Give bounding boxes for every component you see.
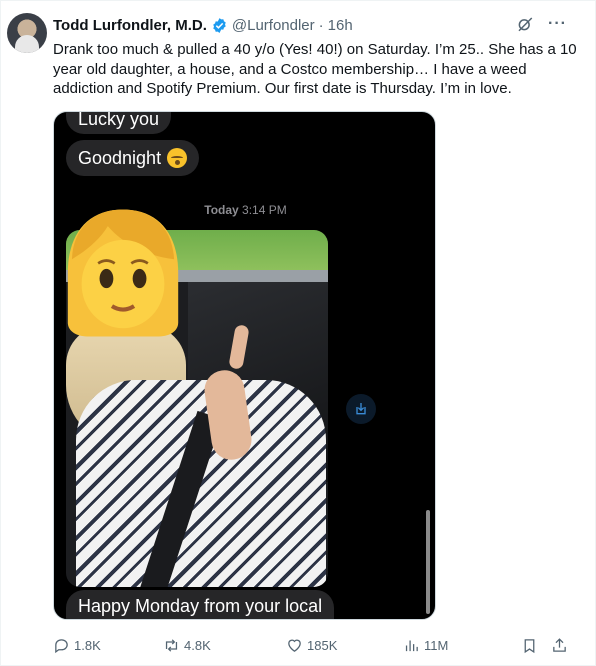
- repost-icon: [165, 638, 178, 652]
- share-icon: [553, 637, 566, 652]
- bookmark-icon: [524, 638, 535, 653]
- reply-count: 1.8K: [74, 637, 101, 653]
- header-actions: ···: [516, 15, 567, 33]
- views-count: 11M: [424, 637, 449, 653]
- bookmark-button[interactable]: [521, 637, 538, 654]
- message-bubble-monday: Happy Monday from your local: [66, 590, 335, 619]
- message-text: Lucky you: [78, 111, 160, 129]
- header-separator: ·: [318, 16, 324, 34]
- views-icon: [405, 640, 418, 651]
- woman-emoji: [67, 209, 179, 337]
- views-button[interactable]: 11M: [403, 637, 448, 654]
- message-text: Goodnight: [78, 147, 162, 168]
- repost-count: 4.8K: [184, 637, 211, 653]
- timestamp-day: Today: [204, 203, 239, 217]
- tweet-header: Todd Lurfondler, M.D. @Lurfondler · 16h: [53, 15, 353, 35]
- message-bubble-goodnight: Goodnight: [66, 140, 200, 176]
- post-time[interactable]: 16h: [328, 17, 353, 34]
- save-icon[interactable]: [346, 394, 376, 424]
- more-icon[interactable]: ···: [548, 15, 567, 33]
- tweet-media[interactable]: Lucky you Goodnight Today 3:14 PM Happy …: [53, 111, 436, 620]
- message-bubble-lucky: Lucky you: [66, 111, 172, 134]
- like-button[interactable]: 185K: [286, 637, 337, 654]
- reply-icon: [55, 638, 68, 653]
- grok-icon[interactable]: [516, 15, 534, 33]
- scrollbar[interactable]: [426, 510, 430, 614]
- verified-badge-icon: [213, 17, 226, 33]
- like-icon: [288, 639, 301, 652]
- message-text: Happy Monday from your local: [78, 595, 323, 616]
- reply-button[interactable]: 1.8K: [53, 637, 101, 654]
- action-bar: 1.8K 4.8K 185K 11M: [53, 635, 573, 655]
- tweet-text: Drank too much & pulled a 40 y/o (Yes! 4…: [53, 41, 577, 97]
- like-count: 185K: [307, 637, 338, 653]
- author-handle[interactable]: @Lurfondler: [232, 17, 315, 34]
- share-button[interactable]: [551, 637, 568, 654]
- author-name[interactable]: Todd Lurfondler, M.D.: [53, 17, 207, 34]
- timestamp-time: 3:14 PM: [242, 203, 287, 217]
- sleepy-face-emoji: [167, 148, 188, 168]
- repost-button[interactable]: 4.8K: [163, 637, 211, 654]
- tweet-card[interactable]: Todd Lurfondler, M.D. @Lurfondler · 16h …: [0, 0, 596, 666]
- avatar[interactable]: [7, 13, 47, 53]
